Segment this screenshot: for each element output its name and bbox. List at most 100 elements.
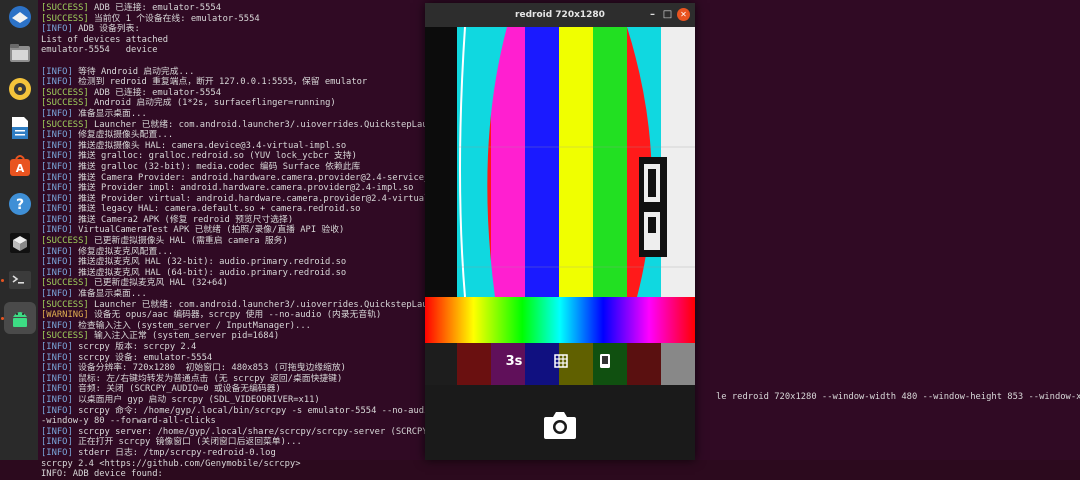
terminal-line: [SUCCESS] Android 启动完成 (1*2s, surfacefli… [41,98,444,109]
terminal-line: [INFO] ADB 设备列表: [41,24,444,35]
terminal-line: [INFO] 以桌面用户 gyp 启动 scrcpy (SDL_VIDEODRI… [41,395,444,406]
log-message: 推送虚拟摄像头 HAL: camera.device@3.4-virtual-i… [72,140,347,151]
terminal-line: [INFO] 准备显示桌面... [41,109,444,120]
svg-text:A: A [16,162,25,175]
log-level-tag: [INFO] [41,257,73,268]
log-level-tag: [SUCCESS] [41,119,89,130]
terminal-line: [INFO] 推送 legacy HAL: camera.default.so … [41,204,444,215]
log-level-tag: [INFO] [41,214,73,225]
device-screen[interactable]: 3s [425,27,695,385]
rhythmbox-icon[interactable] [4,73,36,105]
log-message: stderr 日志: /tmp/scrcpy-redroid-0.log [72,447,276,458]
camera-preview-test-pattern [425,27,695,385]
log-message: scrcpy 2.4 <https://github.com/Genymobil… [41,458,301,469]
files-icon[interactable] [4,37,36,69]
log-message: 准备显示桌面... [72,289,147,300]
help-icon[interactable]: ? [4,188,36,220]
log-message: List of devices attached [41,34,169,45]
log-message: INFO: ADB device found: [41,469,163,480]
grid-icon[interactable] [551,347,571,375]
terminal-line: [INFO] 修复虚拟摄像头配置... [41,130,444,141]
close-button[interactable]: ✕ [677,8,690,21]
terminal-line: [INFO] VirtualCameraTest APK 已就绪 (拍照/录像/… [41,225,444,236]
log-message: -window-y 80 --forward-all-clicks [41,416,216,427]
writer-icon[interactable] [4,112,36,144]
log-level-tag: [INFO] [41,289,73,300]
terminal-line: [INFO] 推送 gralloc (32-bit): media.codec … [41,162,444,173]
window-title: redroid 720x1280 [515,10,605,20]
minimize-button[interactable]: – [646,8,659,21]
terminal-line: [SUCCESS] 已更新虚拟麦克风 HAL (32+64) [41,278,444,289]
log-level-tag: [INFO] [41,108,73,119]
terminal-line: [INFO] 推送 Provider virtual: android.hard… [41,194,444,205]
log-level-tag: [INFO] [41,246,73,257]
timer-button[interactable]: 3s [503,347,525,375]
log-message: emulator-5554 device [41,45,158,56]
log-message: 准备显示桌面... [72,108,147,119]
log-message: 推送 gralloc (32-bit): media.codec 编码 Surf… [72,161,361,172]
terminal-line: List of devices attached [41,35,444,46]
log-level-tag: [SUCCESS] [41,98,89,109]
terminal-line: [INFO] 正在打开 scrcpy 镜像窗口 (关闭窗口后返回菜单)... [41,437,444,448]
log-message: scrcpy server: /home/gyp/.local/share/sc… [72,426,444,437]
log-level-tag: [INFO] [41,140,73,151]
log-message: scrcpy 设备: emulator-5554 [72,352,213,363]
log-level-tag: [INFO] [41,352,73,363]
terminal-line: [INFO] 推送 Camera2 APK (修复 redroid 预览尺寸选择… [41,215,444,226]
log-level-tag: [INFO] [41,172,73,183]
camera-shutter-icon[interactable] [542,409,578,441]
log-level-tag: [INFO] [41,426,73,437]
scrcpy-window[interactable]: redroid 720x1280 – □ ✕ 3s [425,3,695,460]
log-message: 检查输入注入 (system_server / InputManager)... [72,320,311,331]
log-message: 推送 Provider virtual: android.hardware.ca… [72,193,440,204]
log-message: 当前仅 1 个设备在线: emulator-5554 [88,13,260,24]
log-message: 音频: 关闭 (SCRCPY_AUDIO=0 或设备无编码器) [72,384,281,395]
log-level-tag: [INFO] [41,204,73,215]
terminal-line: [INFO] stderr 日志: /tmp/scrcpy-redroid-0.… [41,448,444,459]
log-level-tag: [INFO] [41,66,73,77]
log-message: 输入注入正常 (system_server pid=1684) [88,331,280,342]
log-level-tag: [INFO] [41,225,73,236]
log-level-tag: [SUCCESS] [41,236,89,247]
log-message: 鼠标: 左/右键均转发为普通点击 (无 scrcpy 返回/桌面快捷键) [72,373,343,384]
thunderbird-icon[interactable] [4,1,36,33]
maximize-button[interactable]: □ [661,8,674,21]
log-level-tag: [SUCCESS] [41,299,89,310]
svg-text:?: ? [16,197,24,213]
terminal-line: [INFO] 推送虚拟摄像头 HAL: camera.device@3.4-vi… [41,141,444,152]
log-level-tag: [INFO] [41,193,73,204]
log-level-tag: [INFO] [41,77,73,88]
log-level-tag: [INFO] [41,151,73,162]
camera-controls-bar [425,385,695,460]
log-level-tag: [INFO] [41,320,73,331]
terminal-line: INFO: ADB device found: [41,469,444,480]
log-message: 设备无 opus/aac 编码器，scrcpy 使用 --no-audio (内… [88,310,382,321]
log-level-tag: [INFO] [41,130,73,141]
terminal-line: [INFO] scrcpy 命令: /home/gyp/.local/bin/s… [41,406,444,417]
terminal-line: [INFO] 推送 Provider impl: android.hardwar… [41,183,444,194]
log-level-tag: [INFO] [41,447,73,458]
software-icon[interactable]: A [4,149,36,181]
log-message: 修复虚拟麦克风配置... [72,246,174,257]
log-level-tag: [INFO] [41,405,73,416]
window-titlebar[interactable]: redroid 720x1280 – □ ✕ [425,3,695,27]
terminal-line: [INFO] 鼠标: 左/右键均转发为普通点击 (无 scrcpy 返回/桌面快… [41,374,444,385]
terminal-line: emulator-5554 device [41,45,444,56]
log-level-tag: [SUCCESS] [41,87,89,98]
terminal-line: -window-y 80 --forward-all-clicks [41,416,444,427]
log-level-tag: [INFO] [41,394,73,405]
android-icon[interactable] [4,302,36,334]
terminal-line: [INFO] 音频: 关闭 (SCRCPY_AUDIO=0 或设备无编码器) [41,384,444,395]
terminal-line: [SUCCESS] ADB 已连接: emulator-5554 [41,3,444,14]
terminal-icon[interactable] [4,264,36,296]
log-message: ADB 已连接: emulator-5554 [88,87,221,98]
terminal-line: [INFO] 检查输入注入 (system_server / InputMana… [41,321,444,332]
log-level-tag: [SUCCESS] [41,3,89,13]
terminal-line: [INFO] 检测到 redroid 重复端点，断开 127.0.0.1:555… [41,77,444,88]
phone-orientation-icon[interactable] [595,347,615,375]
terminal-line: [INFO] scrcpy 版本: scrcpy 2.4 [41,342,444,353]
log-message: 修复虚拟摄像头配置... [72,130,174,141]
log-message: 已更新虚拟麦克风 HAL (32+64) [88,278,228,289]
cube-icon[interactable] [4,227,36,259]
terminal-line: [INFO] 推送虚拟麦克风 HAL (64-bit): audio.prima… [41,268,444,279]
